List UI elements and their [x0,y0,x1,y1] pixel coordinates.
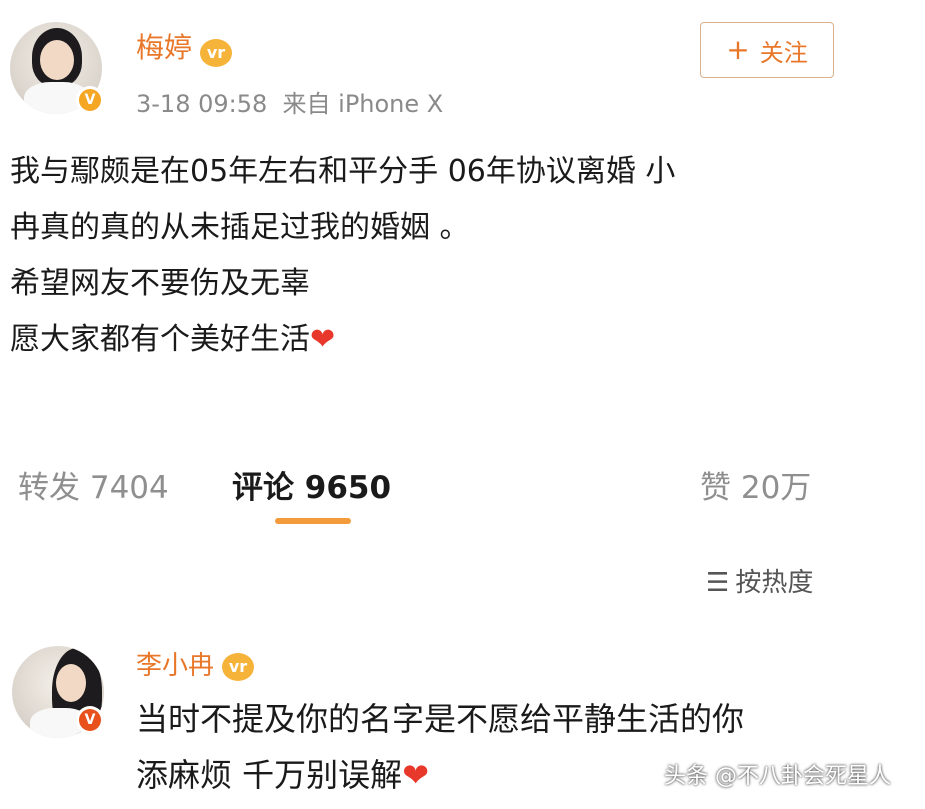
vip-badge-icon: vr [200,38,233,67]
sort-icon: ☰ [706,568,730,598]
verified-icon: V [76,86,104,114]
heart-icon: ❤ [402,756,429,794]
verified-icon: V [76,706,104,734]
plus-icon: + [726,33,750,66]
tab-comments[interactable]: 评论 9650 [232,462,391,507]
follow-label: 关注 [759,38,808,67]
post-text-line: 希望网友不要伤及无辜 [10,266,310,301]
tab-repost[interactable]: 转发 7404 [18,462,169,507]
post-text: 愿大家都有个美好生活 [10,322,310,357]
tab-likes[interactable]: 赞 20万 [700,462,811,507]
comment-author-name[interactable]: 李小冉 [136,651,214,681]
post-text-line: 冉真的真的从未插足过我的婚姻 。 [10,210,470,245]
heart-icon: ❤ [310,322,336,357]
follow-button[interactable]: + 关注 [700,22,834,78]
sort-by-hot-button[interactable]: ☰ 按热度 [706,562,813,599]
watermark: 头条 @不八卦会死星人 [664,764,891,789]
comment-text-line: 当时不提及你的名字是不愿给平静生活的你 [136,700,745,738]
active-tab-indicator [275,518,351,524]
comment-text-line-last: 添麻烦 千万别误解❤ [136,750,429,796]
comment-text: 添麻烦 千万别误解 [136,756,403,794]
post-text-line-last: 愿大家都有个美好生活❤ [10,314,335,358]
post-text-line: 我与鄢颇是在05年左右和平分手 06年协议离婚 小 [10,154,676,189]
vip-badge-icon: vr [222,652,255,681]
post-meta: 3-18 09:58 来自 iPhone X [136,90,444,118]
sort-label: 按热度 [735,568,814,598]
post-author-name[interactable]: 梅婷 [136,31,192,64]
